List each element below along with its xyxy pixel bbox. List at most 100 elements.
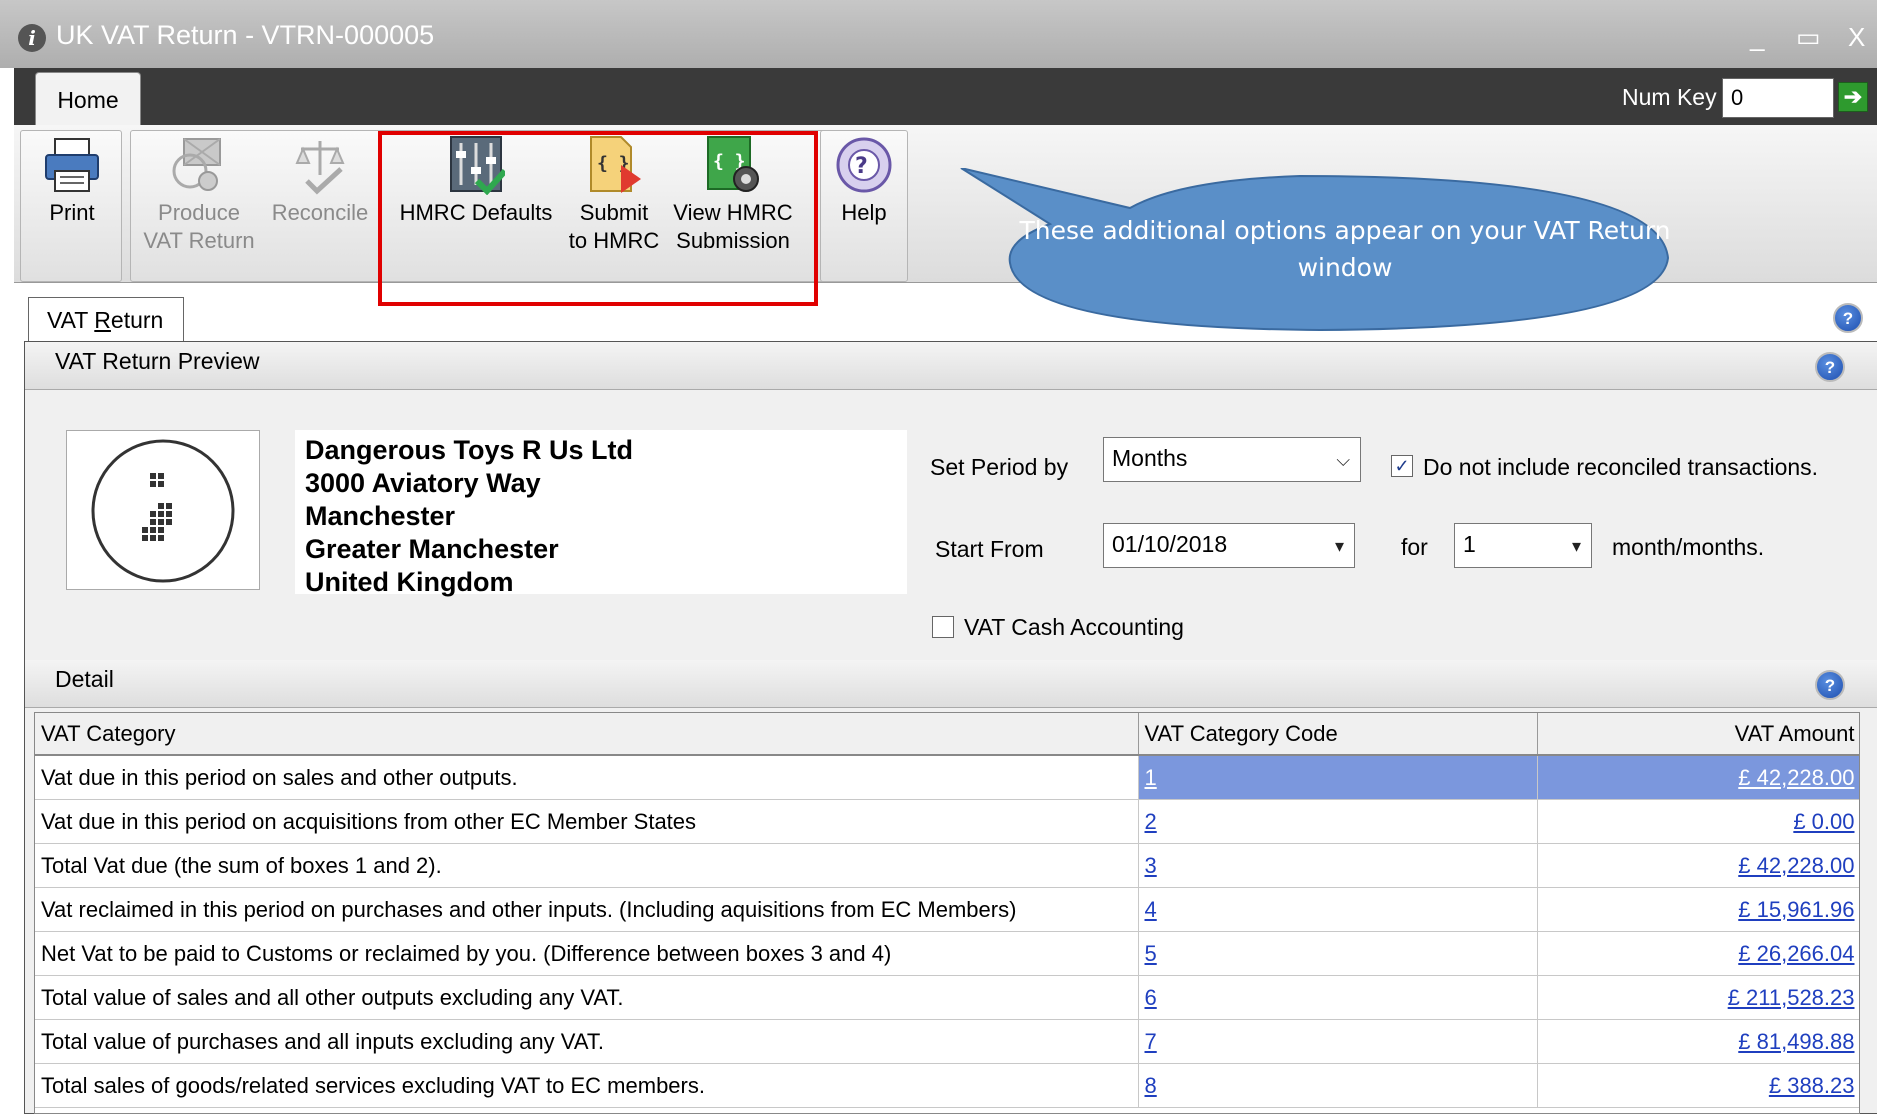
num-key-label: Num Key <box>1622 84 1717 110</box>
company-address: Dangerous Toys R Us Ltd 3000 Aviatory Wa… <box>295 430 907 597</box>
tab-vat-return-label-suffix: eturn <box>110 307 164 333</box>
vat-cash-accounting-checkbox[interactable] <box>932 616 954 638</box>
close-button[interactable]: X <box>1848 22 1865 53</box>
for-label: for <box>1401 534 1428 560</box>
table-header-row: VAT Category VAT Category Code VAT Amoun… <box>35 713 1859 756</box>
address-line1: 3000 Aviatory Way <box>305 468 541 498</box>
detail-section-header: Detail <box>25 660 1877 708</box>
period-count-value: 1 <box>1463 531 1476 557</box>
exclude-reconciled-checkbox[interactable]: ✓ <box>1391 455 1413 477</box>
vat-category-cell: Total value of sales and all other outpu… <box>35 975 1139 1020</box>
table-row[interactable]: Total sales of goods/related services ex… <box>35 1063 1859 1108</box>
set-period-by-select[interactable]: Months ⌵ <box>1103 437 1361 482</box>
vat-category-code-link[interactable]: 6 <box>1145 985 1157 1010</box>
vat-category-code-link[interactable]: 3 <box>1145 853 1157 878</box>
period-unit-label: month/months. <box>1612 534 1765 560</box>
tab-vat-return-label-prefix: VAT <box>47 307 95 333</box>
vat-amount-link[interactable]: £ 26,266.04 <box>1738 941 1854 966</box>
vat-category-cell: Vat due in this period on acquisitions f… <box>35 799 1139 844</box>
vat-category-cell: Vat reclaimed in this period on purchase… <box>35 887 1139 932</box>
period-count-select[interactable]: 1 ▾ <box>1454 523 1592 568</box>
vat-amount-link[interactable]: £ 0.00 <box>1793 809 1854 834</box>
maximize-button[interactable]: ▭ <box>1796 22 1821 53</box>
table-row[interactable]: Total value of purchases and all inputs … <box>35 1019 1859 1064</box>
chevron-down-icon: ⌵ <box>1336 450 1350 470</box>
vat-category-code-link[interactable]: 5 <box>1145 941 1157 966</box>
vat-category-code-link[interactable]: 1 <box>1145 765 1157 790</box>
print-button[interactable]: Print <box>30 135 114 227</box>
produce-vat-return-icon <box>170 135 228 195</box>
table-row[interactable]: Total value of sales and all other outpu… <box>35 975 1859 1020</box>
dropdown-arrow-icon: ▾ <box>1571 536 1581 556</box>
vat-category-code-link[interactable]: 7 <box>1145 1029 1157 1054</box>
table-row[interactable]: Total Vat due (the sum of boxes 1 and 2)… <box>35 843 1859 888</box>
vat-amount-cell: £ 26,266.04 <box>1537 931 1859 976</box>
tab-vat-return[interactable]: VAT Return <box>28 297 184 342</box>
help-label: Help <box>841 200 887 225</box>
vat-category-code-link[interactable]: 2 <box>1145 809 1157 834</box>
vat-category-code-link[interactable]: 4 <box>1145 897 1157 922</box>
info-icon: i <box>18 24 46 52</box>
table-row[interactable]: Vat reclaimed in this period on purchase… <box>35 887 1859 932</box>
vat-category-cell: Total sales of goods/related services ex… <box>35 1063 1139 1108</box>
print-label: Print <box>49 200 95 225</box>
vat-amount-cell: £ 388.23 <box>1537 1063 1859 1108</box>
num-key-input[interactable] <box>1722 78 1834 118</box>
vat-amount-cell: £ 15,961.96 <box>1537 887 1859 932</box>
help-icon[interactable]: ? <box>1815 670 1845 700</box>
vat-amount-link[interactable]: £ 42,228.00 <box>1738 853 1854 878</box>
vat-amount-link[interactable]: £ 42,228.00 <box>1738 765 1854 790</box>
start-from-date-picker[interactable]: 01/10/2018 ▾ <box>1103 523 1355 568</box>
reconcile-scales-icon <box>291 135 349 195</box>
vat-amount-link[interactable]: £ 15,961.96 <box>1738 897 1854 922</box>
detail-section-title: Detail <box>55 666 114 692</box>
minimize-button[interactable]: _ <box>1750 22 1764 53</box>
vat-category-code-link[interactable]: 8 <box>1145 1073 1157 1098</box>
printer-icon <box>43 135 101 195</box>
callout-text: These additional options appear on your … <box>1019 216 1671 282</box>
vat-category-code-cell: 2 <box>1138 799 1538 844</box>
address-county: Greater Manchester <box>305 534 559 564</box>
start-from-value: 01/10/2018 <box>1112 531 1228 557</box>
svg-text:?: ? <box>855 154 868 179</box>
vat-amount-cell: £ 42,228.00 <box>1537 755 1859 800</box>
table-row[interactable]: Net Vat to be paid to Customs or reclaim… <box>35 931 1859 976</box>
vat-amount-cell: £ 211,528.23 <box>1537 975 1859 1020</box>
set-period-by-value: Months <box>1112 445 1188 471</box>
tab-vat-return-label-mnemonic: R <box>94 307 111 333</box>
vat-amount-cell: £ 0.00 <box>1537 799 1859 844</box>
ribbon-tab-strip <box>14 68 1877 125</box>
vat-category-code-cell: 3 <box>1138 843 1538 888</box>
vat-amount-cell: £ 42,228.00 <box>1537 843 1859 888</box>
help-icon[interactable]: ? <box>1833 303 1863 333</box>
vat-category-code-cell: 5 <box>1138 931 1538 976</box>
vat-category-code-cell: 6 <box>1138 975 1538 1020</box>
vat-category-code-cell: 4 <box>1138 887 1538 932</box>
help-button[interactable]: ? Help <box>824 135 904 227</box>
exclude-reconciled-label: Do not include reconciled transactions. <box>1423 454 1819 480</box>
vat-category-cell: Vat due in this period on sales and othe… <box>35 755 1139 800</box>
set-period-by-label: Set Period by <box>930 454 1069 480</box>
vat-amount-link[interactable]: £ 81,498.88 <box>1738 1029 1854 1054</box>
vat-amount-link[interactable]: £ 388.23 <box>1769 1073 1855 1098</box>
vat-cash-accounting-label: VAT Cash Accounting <box>964 614 1184 640</box>
table-row[interactable]: Vat due in this period on sales and othe… <box>35 755 1859 800</box>
column-header-vat-amount[interactable]: VAT Amount <box>1537 713 1859 756</box>
address-country: United Kingdom <box>305 567 514 597</box>
column-header-vat-category[interactable]: VAT Category <box>35 713 1139 756</box>
reconcile-button[interactable]: Reconcile <box>268 135 372 227</box>
column-header-vat-category-code[interactable]: VAT Category Code <box>1138 713 1538 756</box>
table-row[interactable]: Vat due in this period on acquisitions f… <box>35 799 1859 844</box>
tab-home[interactable]: Home <box>35 72 141 128</box>
vat-category-code-cell: 8 <box>1138 1063 1538 1108</box>
preview-section-header: VAT Return Preview <box>25 342 1877 390</box>
vat-category-code-cell: 1 <box>1138 755 1538 800</box>
highlight-box <box>378 131 818 306</box>
vat-amount-link[interactable]: £ 211,528.23 <box>1728 985 1855 1010</box>
vat-category-code-cell: 7 <box>1138 1019 1538 1064</box>
produce-vat-return-button[interactable]: Produce VAT Return <box>140 135 258 255</box>
preview-section-title: VAT Return Preview <box>55 348 260 374</box>
window-title: UK VAT Return - VTRN-000005 <box>56 20 435 50</box>
help-icon[interactable]: ? <box>1815 352 1845 382</box>
green-arrow-right-icon[interactable]: ➔ <box>1838 82 1868 112</box>
